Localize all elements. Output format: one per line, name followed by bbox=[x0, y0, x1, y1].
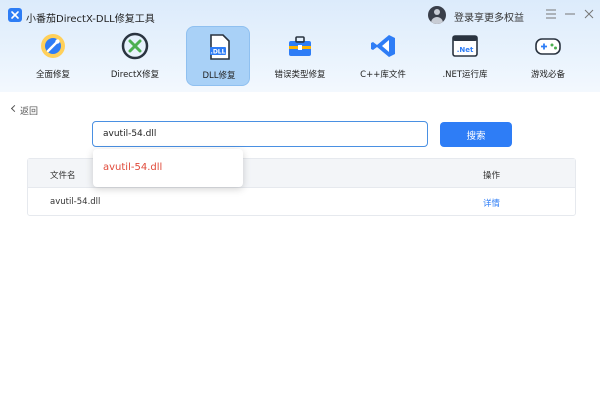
dll-file-icon: .DLL bbox=[205, 33, 233, 61]
tool-label: C++库文件 bbox=[360, 70, 406, 80]
tool-label: 错误类型修复 bbox=[274, 70, 326, 80]
toolbar: 全面修复 DirectX修复 .DLL DLL修复 错误类型修复 C++库文件 … bbox=[0, 24, 600, 88]
tool-dll-repair[interactable]: .DLL DLL修复 bbox=[186, 26, 250, 86]
user-avatar-icon[interactable] bbox=[428, 6, 446, 24]
details-link[interactable]: 详情 bbox=[483, 197, 500, 209]
svg-text:.Net: .Net bbox=[457, 46, 474, 54]
tool-full-repair[interactable]: 全面修复 bbox=[21, 26, 85, 86]
tool-label: DLL修复 bbox=[202, 71, 236, 81]
app-title: 小番茄DirectX-DLL修复工具 bbox=[26, 14, 155, 25]
dotnet-icon: .Net bbox=[451, 32, 479, 60]
minimize-icon[interactable] bbox=[563, 6, 577, 22]
close-icon[interactable] bbox=[582, 6, 596, 22]
search-suggestions-dropdown: avutil-54.dll bbox=[93, 149, 243, 187]
column-header-filename: 文件名 bbox=[50, 171, 76, 181]
gamepad-icon bbox=[534, 32, 562, 60]
back-label: 返回 bbox=[20, 107, 39, 117]
back-button[interactable]: 返回 bbox=[10, 104, 39, 117]
login-link[interactable]: 登录享更多权益 bbox=[454, 9, 524, 24]
search-button[interactable]: 搜索 bbox=[440, 122, 512, 147]
chevron-left-icon bbox=[10, 104, 19, 113]
visual-studio-icon bbox=[369, 32, 397, 60]
tool-cpp-library[interactable]: C++库文件 bbox=[351, 26, 415, 86]
wrench-gear-icon bbox=[39, 32, 67, 60]
tool-game-essentials[interactable]: 游戏必备 bbox=[516, 26, 580, 86]
search-input[interactable] bbox=[92, 121, 428, 147]
tool-dotnet-runtime[interactable]: .Net .NET运行库 bbox=[433, 26, 497, 86]
row-filename: avutil-54.dll bbox=[50, 197, 101, 207]
tool-label: .NET运行库 bbox=[442, 70, 488, 80]
tool-label: 全面修复 bbox=[35, 70, 70, 80]
suggestion-item[interactable]: avutil-54.dll bbox=[103, 162, 162, 173]
menu-icon[interactable] bbox=[544, 6, 558, 22]
column-header-action: 操作 bbox=[483, 171, 501, 181]
table-row: avutil-54.dll 详情 bbox=[28, 188, 575, 216]
toolbox-icon bbox=[286, 32, 314, 60]
tool-error-type-repair[interactable]: 错误类型修复 bbox=[268, 26, 332, 86]
tool-label: DirectX修复 bbox=[110, 70, 160, 80]
header: 小番茄DirectX-DLL修复工具 登录享更多权益 全面修复 DirectX修… bbox=[0, 0, 600, 92]
tool-label: 游戏必备 bbox=[530, 70, 565, 80]
app-logo bbox=[8, 8, 22, 22]
svg-text:.DLL: .DLL bbox=[211, 49, 226, 56]
tool-directx-repair[interactable]: DirectX修复 bbox=[103, 26, 167, 86]
directx-icon bbox=[121, 32, 149, 60]
